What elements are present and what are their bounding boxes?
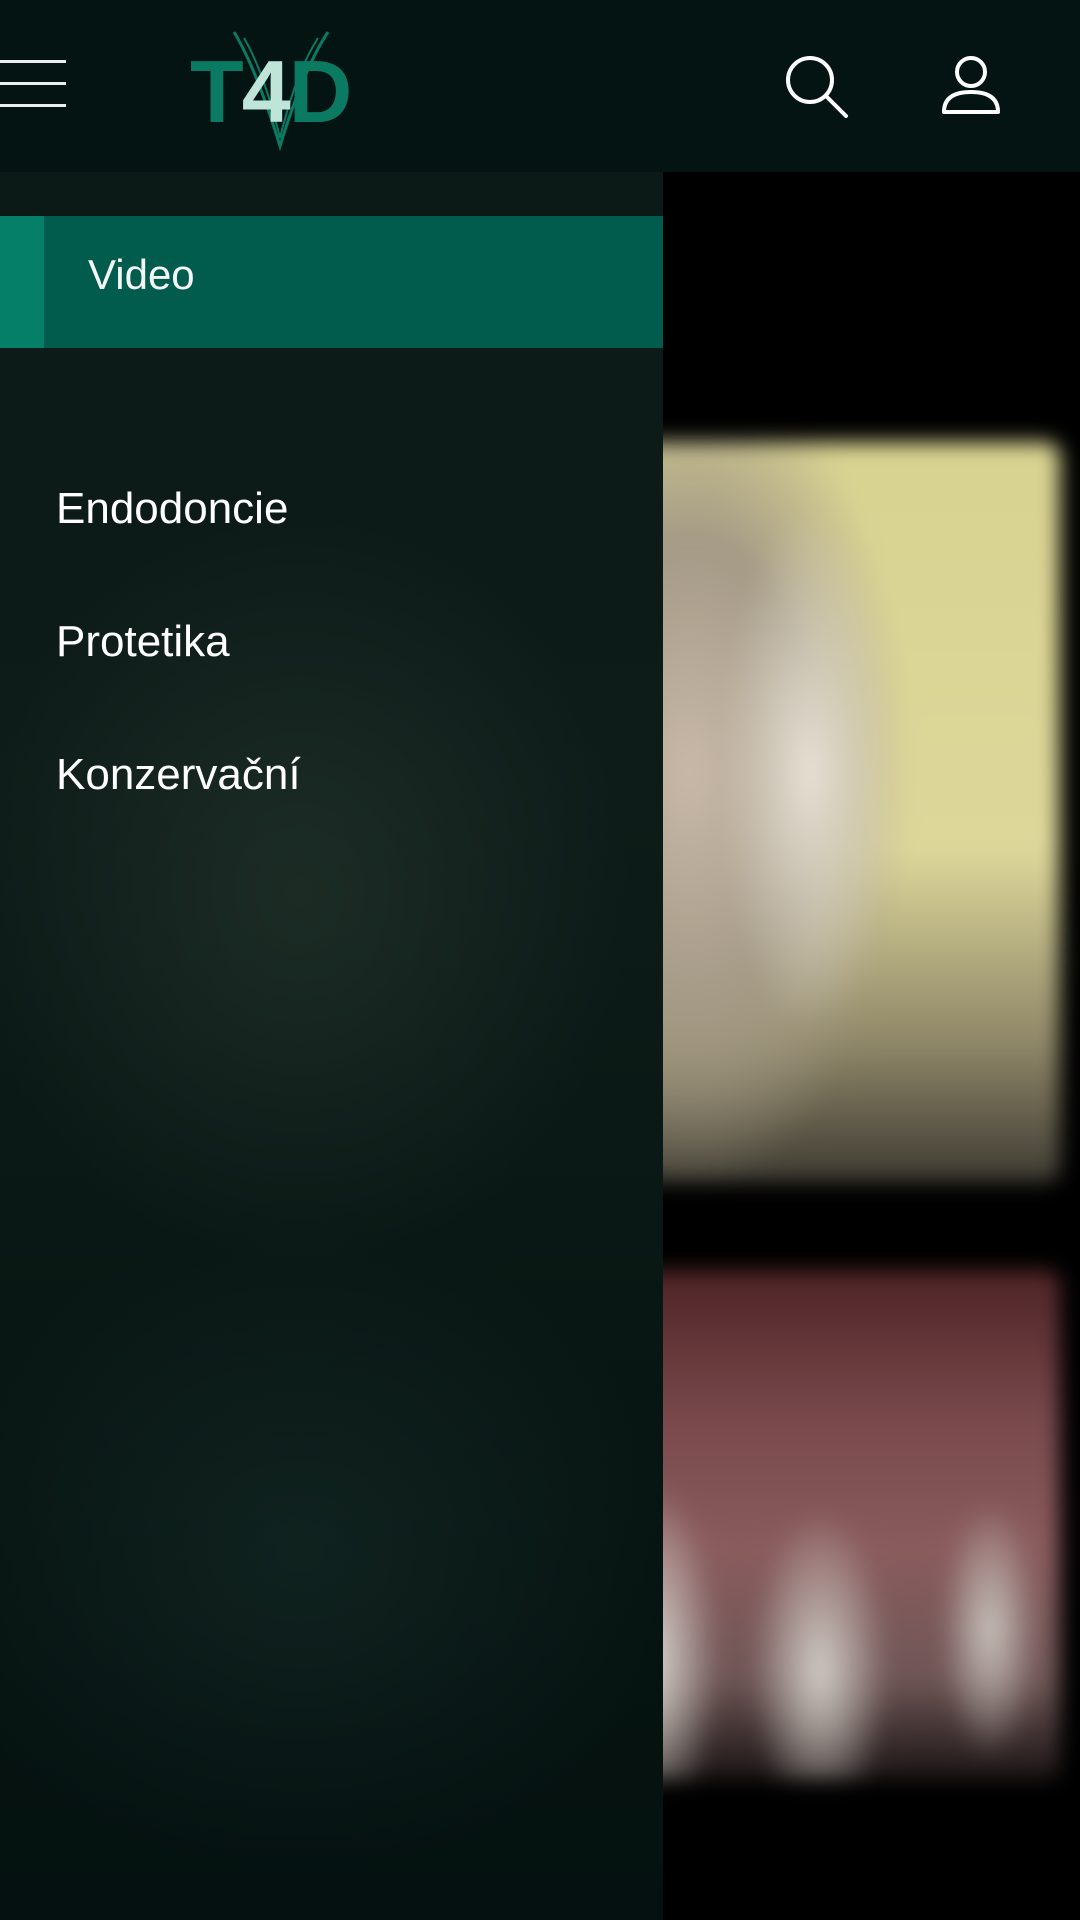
drawer-menu: Endodoncie Protetika Konzervační: [0, 442, 663, 841]
drawer-header-label: Video: [88, 251, 195, 298]
top-bar: T4D: [0, 0, 1080, 172]
app-screen: T4D Video Endodoncie Protetika Konzervač…: [0, 0, 1080, 1920]
menu-item-endodoncie[interactable]: Endodoncie: [0, 442, 663, 575]
logo-text: T4D: [190, 42, 352, 141]
drawer-header-video[interactable]: Video: [0, 216, 663, 348]
hamburger-icon[interactable]: [0, 56, 68, 112]
menu-item-konzervacni[interactable]: Konzervační: [0, 708, 663, 841]
navigation-drawer: Video Endodoncie Protetika Konzervační: [0, 172, 663, 1920]
menu-item-protetika[interactable]: Protetika: [0, 575, 663, 708]
app-logo[interactable]: T4D: [186, 28, 376, 153]
search-icon[interactable]: [780, 50, 852, 122]
drawer-header-accent: [0, 216, 44, 348]
user-icon[interactable]: [938, 52, 1004, 118]
